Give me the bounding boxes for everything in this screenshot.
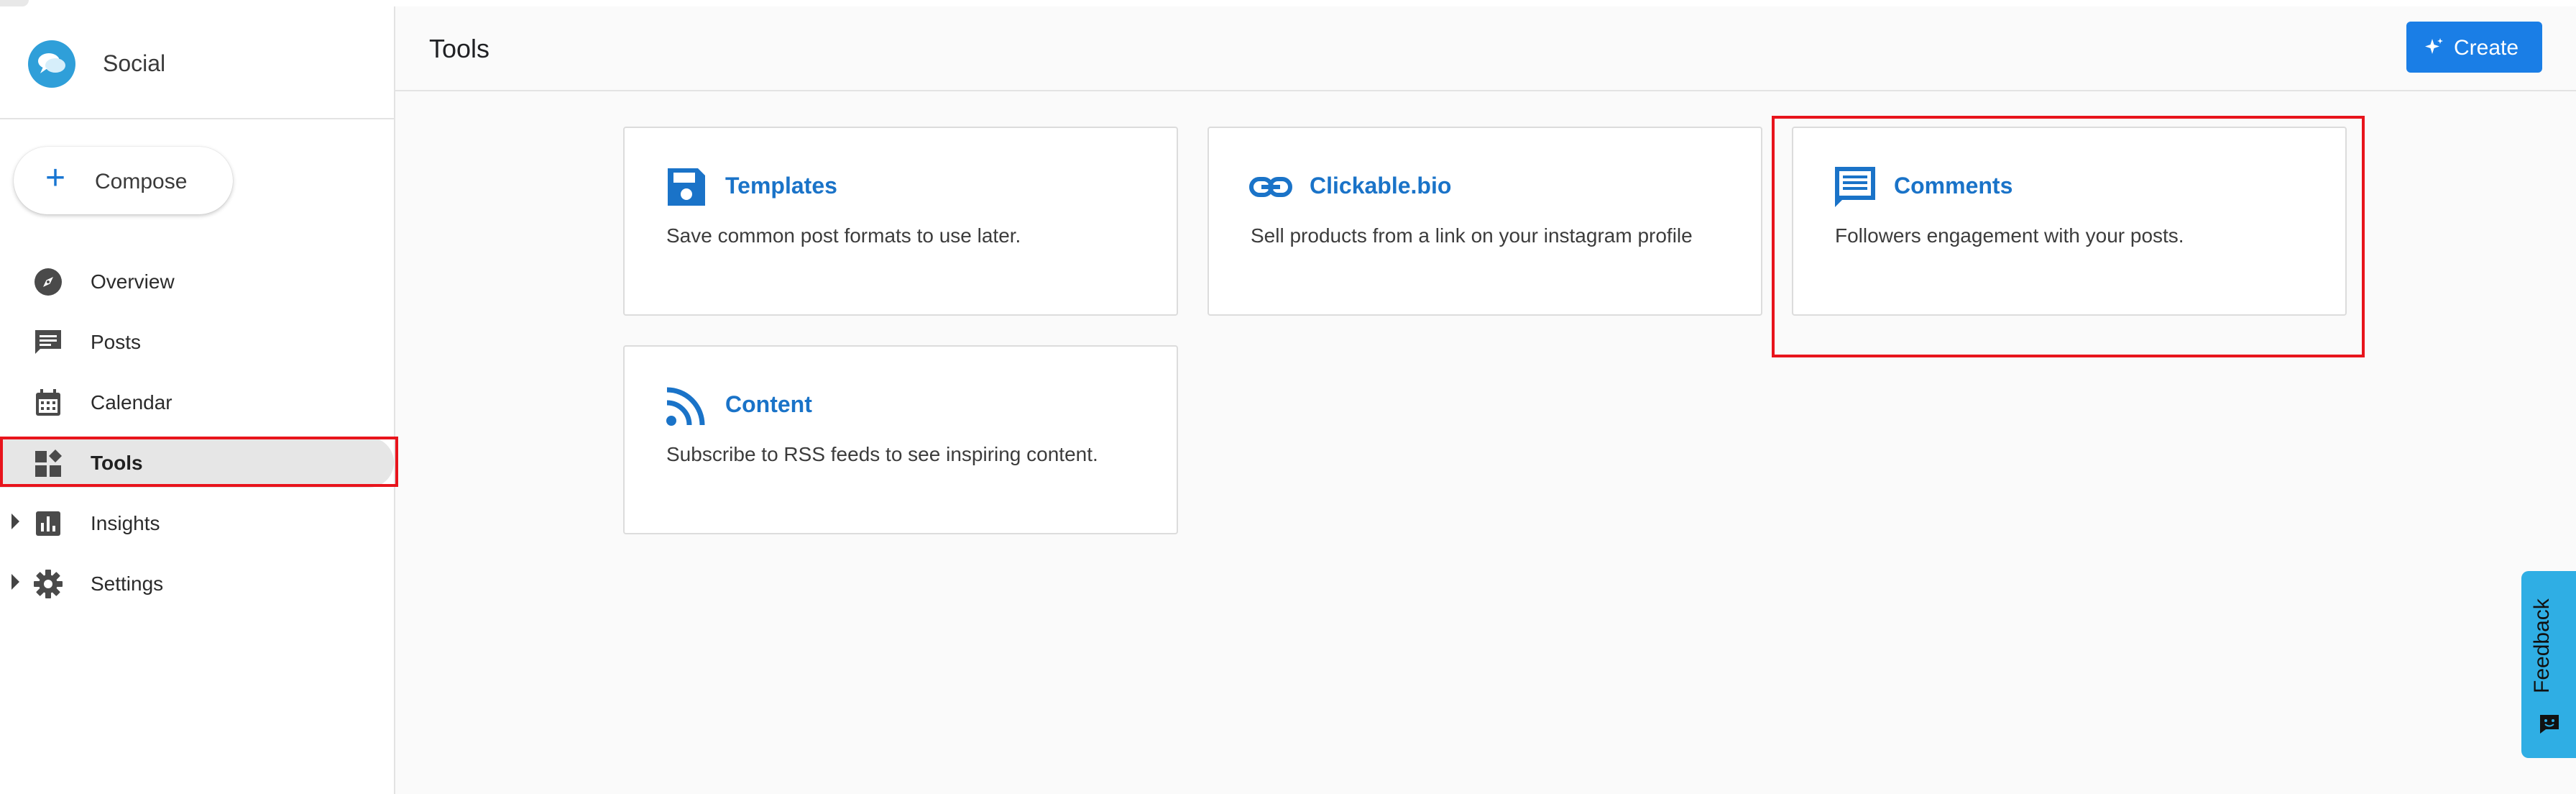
save-icon [665,165,708,209]
brand-name: Social [103,50,166,76]
sidebar-item-label: Overview [91,270,175,293]
card-title: Content [725,391,812,417]
tool-card-templates[interactable]: Templates Save common post formats to us… [623,127,1178,316]
brand: Social [0,6,394,119]
comment-icon [1834,165,1877,209]
sparkle-icon [2422,36,2445,59]
create-button[interactable]: Create [2406,22,2542,73]
calendar-icon [33,388,63,418]
sidebar-item-settings[interactable]: Settings [0,558,394,608]
app-root: Social + Compose Overview Posts Calendar… [0,0,2576,794]
sidebar-item-label: Tools [91,452,143,474]
sidebar-item-overview[interactable]: Overview [0,256,394,306]
card-description: Followers engagement with your posts. [1835,224,2184,247]
widgets-icon [33,448,63,478]
sidebar: Social + Compose Overview Posts Calendar… [0,6,395,794]
compass-icon [33,267,63,297]
card-description: Save common post formats to use later. [666,224,1021,247]
sidebar-item-label: Settings [91,572,164,595]
plus-icon: + [45,159,66,197]
card-title: Comments [1894,173,2013,198]
gear-icon [33,569,63,599]
smile-chat-icon [2539,713,2560,735]
rss-icon [665,384,708,427]
page-title: Tools [429,34,490,63]
expand-caret-icon[interactable] [12,514,19,529]
sidebar-item-calendar[interactable]: Calendar [0,377,394,427]
top-strip-tab [0,0,29,6]
bar-chart-icon [33,508,63,539]
expand-caret-icon[interactable] [12,574,19,590]
link-icon [1249,165,1292,209]
compose-label: Compose [95,170,188,193]
compose-button[interactable]: + Compose [14,147,233,214]
card-description: Subscribe to RSS feeds to see inspiring … [666,443,1098,465]
tool-card-comments[interactable]: Comments Followers engagement with your … [1792,127,2347,316]
card-title: Clickable.bio [1310,173,1452,198]
sidebar-item-label: Posts [91,331,142,353]
sidebar-item-insights[interactable]: Insights [0,498,394,548]
sidebar-item-tools[interactable]: Tools [0,437,394,488]
sidebar-item-posts[interactable]: Posts [0,316,394,367]
feedback-label: Feedback [2530,598,2554,693]
page-header: Tools Create [395,6,2576,91]
message-icon [33,327,63,357]
tool-card-content[interactable]: Content Subscribe to RSS feeds to see in… [623,345,1178,534]
card-description: Sell products from a link on your instag… [1251,224,1693,247]
card-title: Templates [725,173,837,198]
sidebar-item-label: Insights [91,512,160,534]
tool-card-clickable-bio[interactable]: Clickable.bio Sell products from a link … [1208,127,1762,316]
top-strip [0,0,2576,6]
feedback-tab[interactable]: Feedback [2521,571,2576,758]
chat-bubbles-icon[interactable] [28,40,75,88]
sidebar-item-label: Calendar [91,391,172,414]
create-label: Create [2454,36,2519,60]
